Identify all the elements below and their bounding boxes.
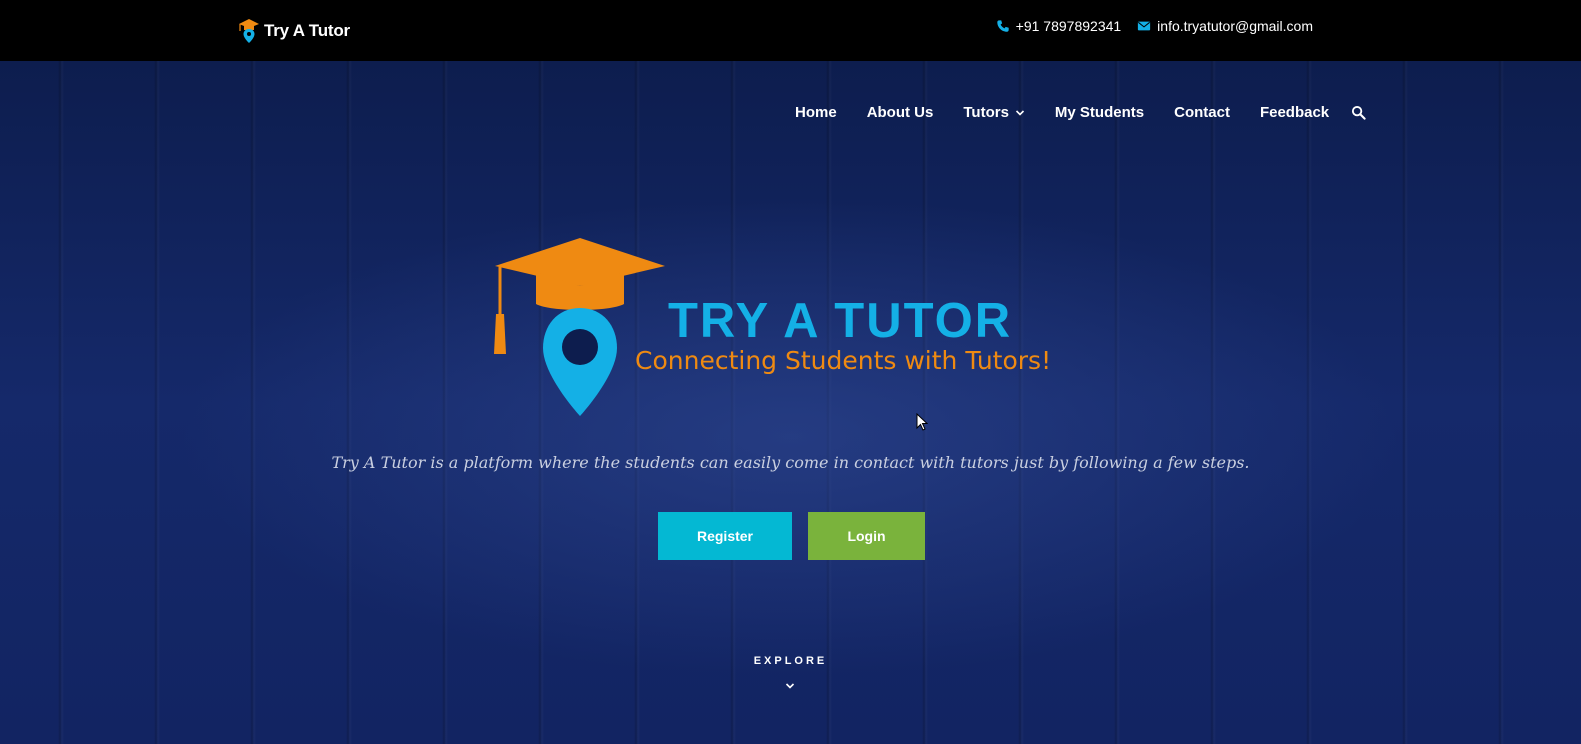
email-contact[interactable]: info.tryatutor@gmail.com [1137,18,1313,34]
register-button[interactable]: Register [658,512,792,560]
top-bar: Try A Tutor +91 7897892341 info.tryatuto… [0,0,1581,61]
logo-subtitle: Connecting Students with Tutors! [635,346,1051,375]
phone-icon [996,20,1009,32]
nav-tutors[interactable]: Tutors [963,104,1025,121]
phone-number: +91 7897892341 [1015,18,1122,34]
nav-my-students[interactable]: My Students [1055,104,1144,121]
nav-about-us[interactable]: About Us [867,104,934,121]
graduation-cap-pin-icon [494,238,665,416]
login-button[interactable]: Login [808,512,925,560]
brand-name: Try A Tutor [264,21,350,40]
explore-chevron-down-icon[interactable] [785,682,795,690]
logo-title: TRY A TUTOR [668,294,1012,348]
phone-contact[interactable]: +91 7897892341 [996,18,1122,34]
hero-tagline: Try A Tutor is a platform where the stud… [331,453,1250,472]
email-address: info.tryatutor@gmail.com [1157,18,1313,34]
brand[interactable]: Try A Tutor [238,18,350,44]
explore-label[interactable]: EXPLORE [0,655,1581,667]
brand-logo-icon [239,19,259,43]
cursor-icon [916,413,928,431]
contact-info: +91 7897892341 info.tryatutor@gmail.com [996,18,1313,34]
nav-home[interactable]: Home [795,104,837,121]
hero-logo: TRY A TUTOR Connecting Students with Tut… [494,238,1051,416]
chevron-down-icon [1015,109,1024,116]
nav-feedback[interactable]: Feedback [1260,104,1329,121]
nav-tutors-label: Tutors [963,104,1009,121]
envelope-icon [1138,21,1151,31]
main-nav: Home About Us Tutors My Students Contact… [795,104,1366,121]
nav-contact[interactable]: Contact [1174,104,1230,121]
search-icon[interactable] [1351,105,1366,120]
